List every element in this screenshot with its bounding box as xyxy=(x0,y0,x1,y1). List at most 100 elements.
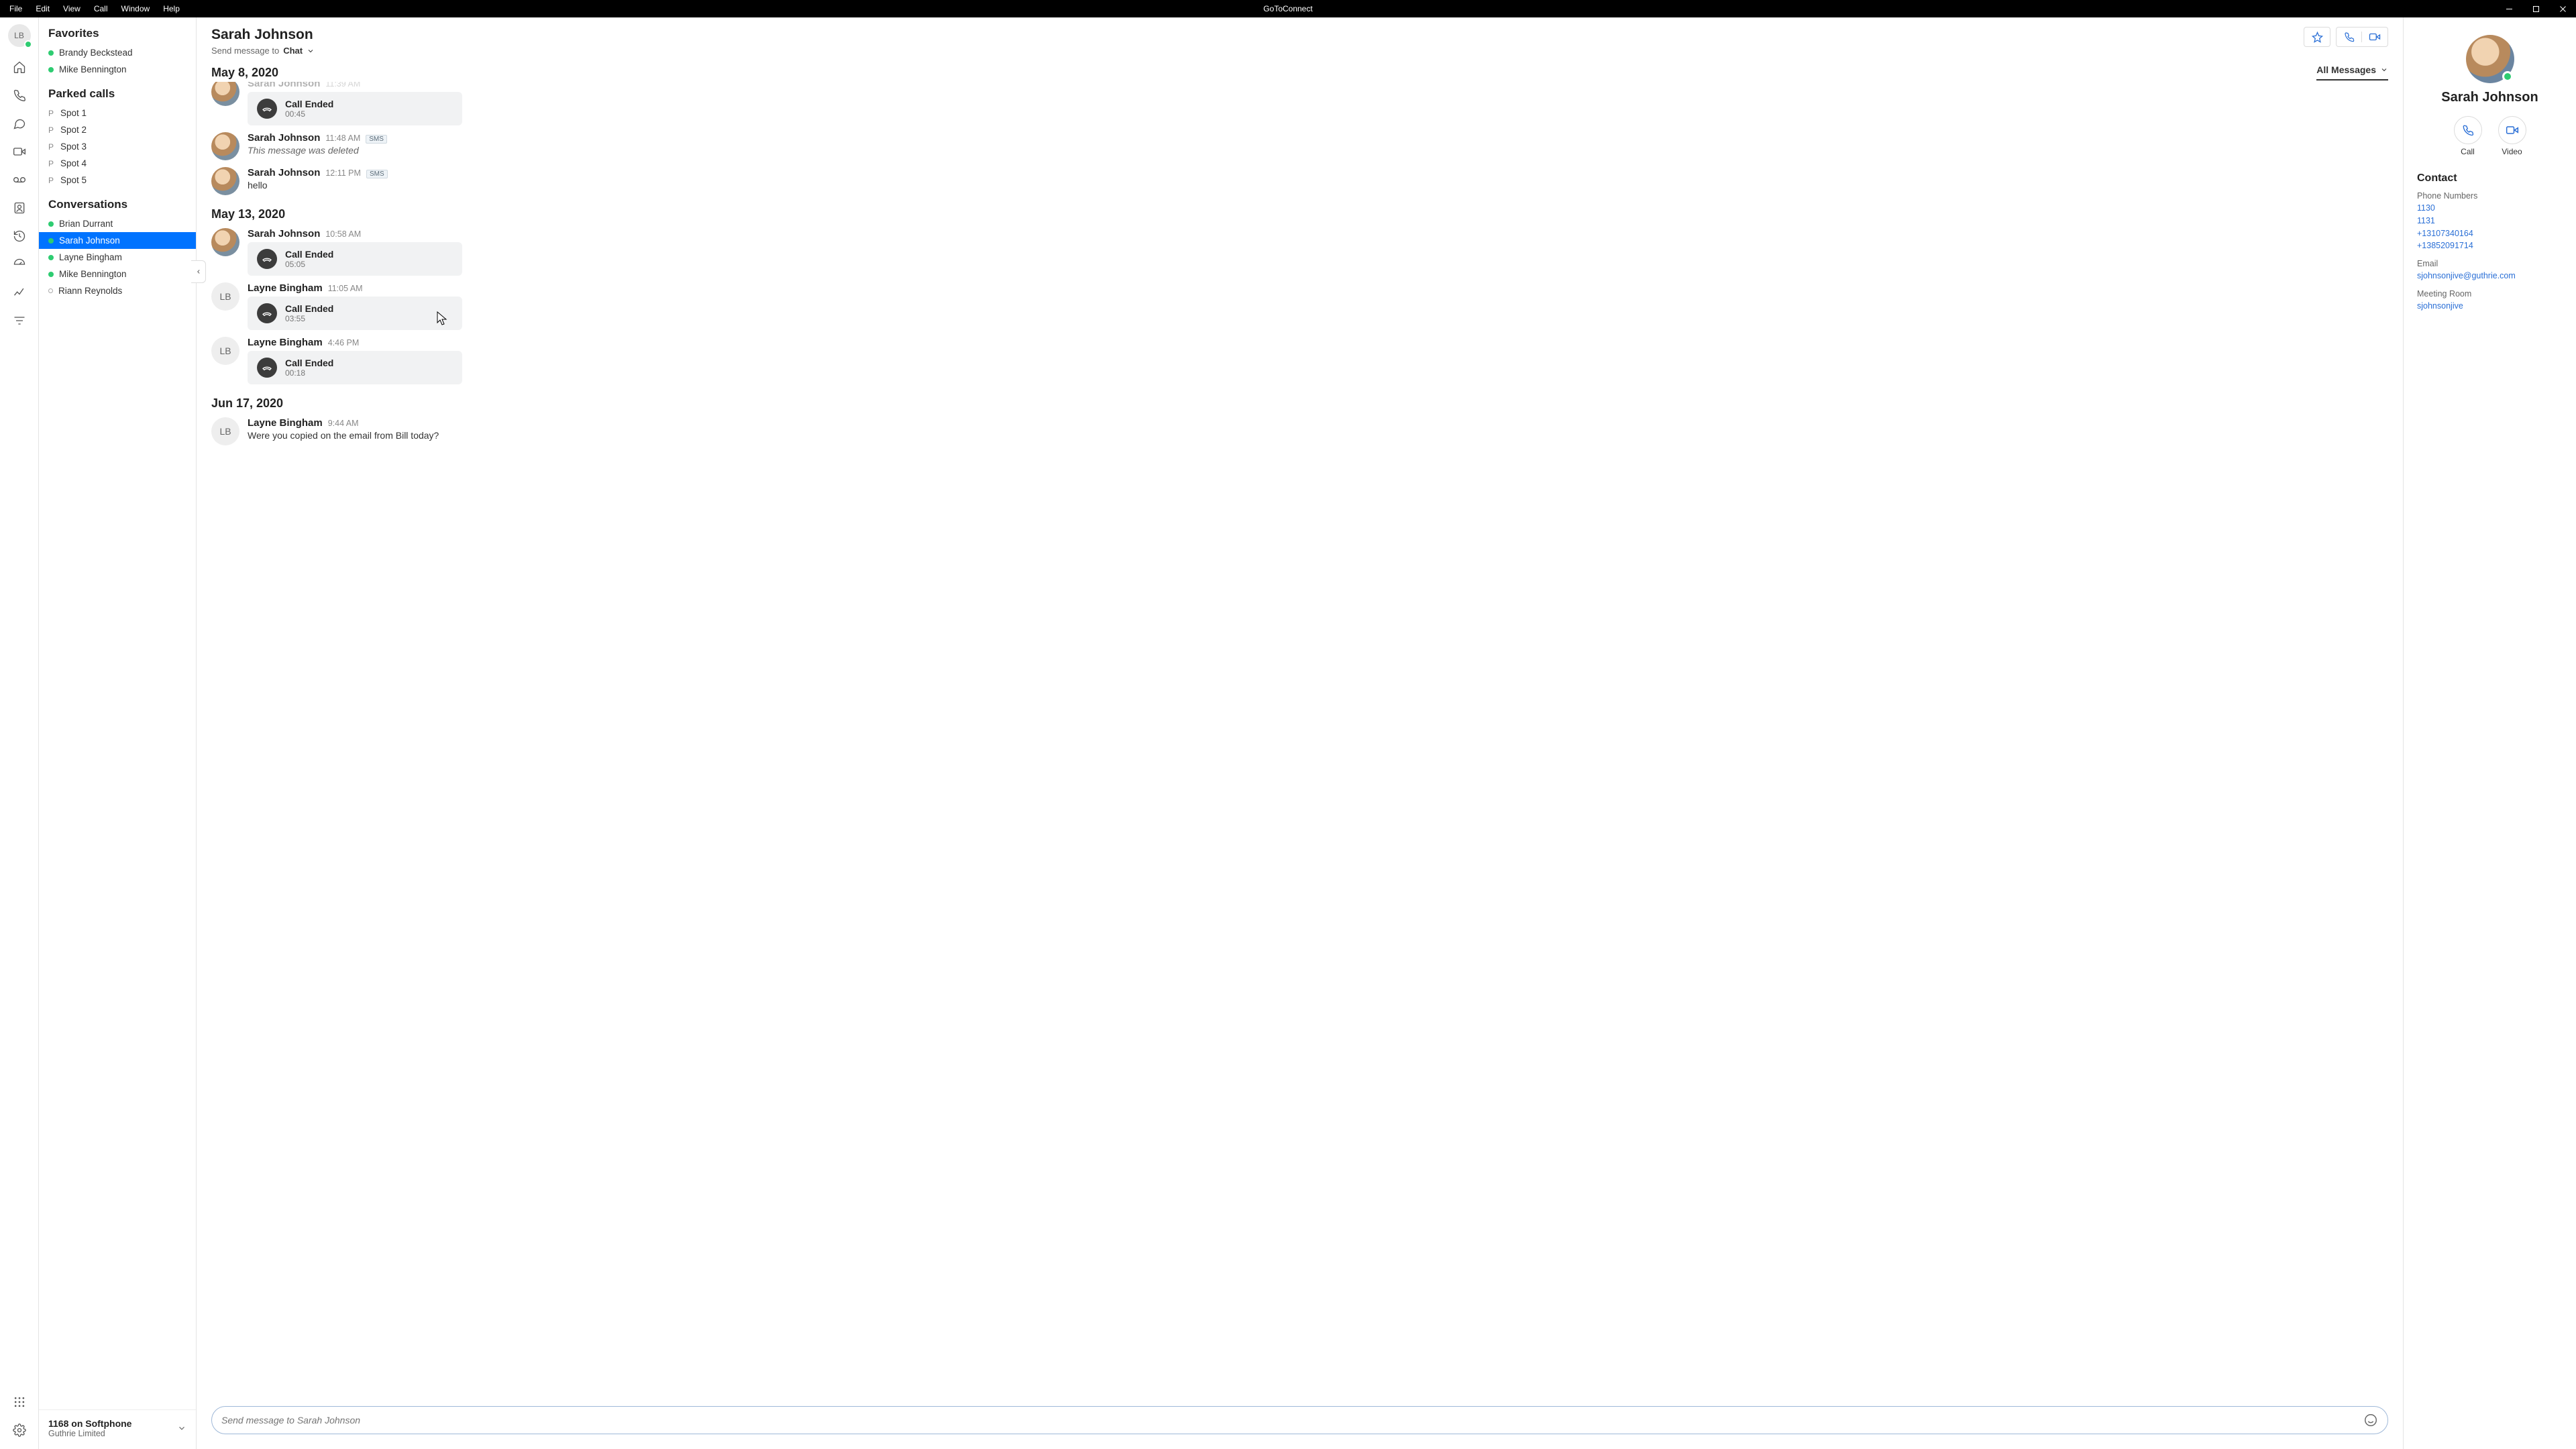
self-avatar[interactable]: LB xyxy=(8,24,31,47)
conversation-item[interactable]: Layne Bingham xyxy=(39,249,196,266)
conversation-item[interactable]: Riann Reynolds xyxy=(39,282,196,299)
menu-file[interactable]: File xyxy=(3,1,29,16)
star-icon xyxy=(2312,32,2323,43)
parked-spot[interactable]: PSpot 5 xyxy=(39,172,196,189)
history-icon[interactable] xyxy=(11,228,28,244)
collapse-sidebar-button[interactable] xyxy=(191,260,206,283)
call-status: Call Ended xyxy=(285,99,333,109)
parked-name: Spot 2 xyxy=(60,125,87,135)
parked-spot[interactable]: PSpot 1 xyxy=(39,105,196,121)
video-icon xyxy=(2506,123,2519,137)
conversation-item[interactable]: Mike Bennington xyxy=(39,266,196,282)
reports-icon[interactable] xyxy=(11,284,28,301)
message-text: This message was deleted xyxy=(248,145,2388,156)
menu-help[interactable]: Help xyxy=(156,1,186,16)
header-call-button[interactable] xyxy=(2337,32,2362,42)
sender-avatar: LB xyxy=(211,337,239,365)
chevron-down-icon xyxy=(2380,66,2388,74)
titlebar: File Edit View Call Window Help GoToConn… xyxy=(0,0,2576,17)
smile-icon xyxy=(2363,1413,2378,1428)
emoji-button[interactable] xyxy=(2363,1413,2378,1428)
menu-view[interactable]: View xyxy=(56,1,87,16)
conversation-item[interactable]: Brian Durrant xyxy=(39,215,196,232)
message-list[interactable]: Sarah Johnson11:39 AM Call Ended00:45 Sa… xyxy=(197,82,2403,1397)
parked-spot[interactable]: PSpot 3 xyxy=(39,138,196,155)
contact-details-panel: Sarah Johnson Call Video Contact Phone N… xyxy=(2403,17,2576,1449)
parked-prefix: P xyxy=(48,125,55,135)
sender-name: Layne Bingham xyxy=(248,337,323,348)
call-status: Call Ended xyxy=(285,303,333,314)
email-link[interactable]: sjohnsonjive@guthrie.com xyxy=(2417,270,2563,282)
phone-number-link[interactable]: +13107340164 xyxy=(2417,227,2563,240)
conversation-item-selected[interactable]: Sarah Johnson xyxy=(39,232,196,249)
apps-icon[interactable] xyxy=(11,1394,28,1410)
filter-icon[interactable] xyxy=(11,313,28,329)
phone-icon[interactable] xyxy=(11,87,28,103)
favorite-item[interactable]: Brandy Beckstead xyxy=(39,44,196,61)
sidebar: Favorites Brandy Beckstead Mike Benningt… xyxy=(39,17,197,1449)
phone-number-link[interactable]: 1131 xyxy=(2417,215,2563,227)
message-time: 11:05 AM xyxy=(328,284,363,293)
message-row: Sarah Johnson11:48 AMSMS This message wa… xyxy=(211,132,2388,160)
detail-call-button[interactable]: Call xyxy=(2454,116,2482,156)
message-row: Sarah Johnson10:58 AM Call Ended05:05 xyxy=(211,228,2388,276)
phone-down-icon xyxy=(257,358,277,378)
settings-icon[interactable] xyxy=(11,1422,28,1438)
message-row: LB Layne Bingham11:05 AM Call Ended03:55 xyxy=(211,282,2388,330)
conversation-name: Brian Durrant xyxy=(59,219,113,229)
chevron-down-icon xyxy=(177,1424,186,1433)
email-field-label: Email xyxy=(2417,259,2563,268)
favorite-item[interactable]: Mike Bennington xyxy=(39,61,196,78)
favorite-button[interactable] xyxy=(2304,27,2330,47)
video-icon[interactable] xyxy=(11,144,28,160)
message-text: Were you copied on the email from Bill t… xyxy=(248,430,2388,441)
sender-name: Layne Bingham xyxy=(248,417,323,429)
voicemail-icon[interactable] xyxy=(11,172,28,188)
parked-name: Spot 5 xyxy=(60,175,87,185)
call-duration: 05:05 xyxy=(285,260,333,269)
call-duration: 00:45 xyxy=(285,109,333,119)
detail-video-button[interactable]: Video xyxy=(2498,116,2526,156)
message-time: 4:46 PM xyxy=(328,338,360,347)
compose-box[interactable] xyxy=(211,1406,2388,1434)
menu-call[interactable]: Call xyxy=(87,1,115,16)
message-row: LB Layne Bingham9:44 AM Were you copied … xyxy=(211,417,2388,445)
meeting-room-link[interactable]: sjohnsonjive xyxy=(2417,300,2563,313)
sidebar-footer[interactable]: 1168 on Softphone Guthrie Limited xyxy=(39,1409,196,1449)
sender-avatar xyxy=(211,132,239,160)
phone-number-link[interactable]: 1130 xyxy=(2417,202,2563,215)
home-icon[interactable] xyxy=(11,59,28,75)
call-duration: 00:18 xyxy=(285,368,333,378)
presence-dot xyxy=(24,40,32,48)
send-to-selector[interactable]: Send message to Chat xyxy=(211,46,315,56)
menu-edit[interactable]: Edit xyxy=(29,1,56,16)
call-ended-card: Call Ended03:55 xyxy=(248,297,462,330)
phone-down-icon xyxy=(257,99,277,119)
menu-bar: File Edit View Call Window Help xyxy=(0,1,186,16)
chat-icon[interactable] xyxy=(11,115,28,131)
message-filter[interactable]: All Messages xyxy=(2316,64,2388,80)
parked-prefix: P xyxy=(48,109,55,118)
conversation-name: Layne Bingham xyxy=(59,252,122,262)
parked-name: Spot 4 xyxy=(60,158,87,168)
sender-name: Sarah Johnson xyxy=(248,167,320,178)
phone-number-link[interactable]: +13852091714 xyxy=(2417,239,2563,252)
contact-section-heading: Contact xyxy=(2417,172,2563,184)
maximize-button[interactable] xyxy=(2522,0,2549,17)
video-label: Video xyxy=(2502,147,2522,156)
parked-spot[interactable]: P Spot 2 xyxy=(39,121,196,138)
app-title: GoToConnect xyxy=(1263,4,1312,13)
message-time: 12:11 PM xyxy=(325,168,361,178)
dashboard-icon[interactable] xyxy=(11,256,28,272)
minimize-button[interactable] xyxy=(2496,0,2522,17)
contacts-icon[interactable] xyxy=(11,200,28,216)
call-ended-card: Call Ended00:45 xyxy=(248,92,462,125)
presence-indicator xyxy=(48,272,54,277)
header-video-button[interactable] xyxy=(2362,31,2387,43)
parked-spot[interactable]: PSpot 4 xyxy=(39,155,196,172)
compose-area xyxy=(197,1397,2403,1449)
message-row: Sarah Johnson12:11 PMSMS hello xyxy=(211,167,2388,195)
menu-window[interactable]: Window xyxy=(115,1,157,16)
message-input[interactable] xyxy=(221,1415,2357,1426)
close-button[interactable] xyxy=(2549,0,2576,17)
